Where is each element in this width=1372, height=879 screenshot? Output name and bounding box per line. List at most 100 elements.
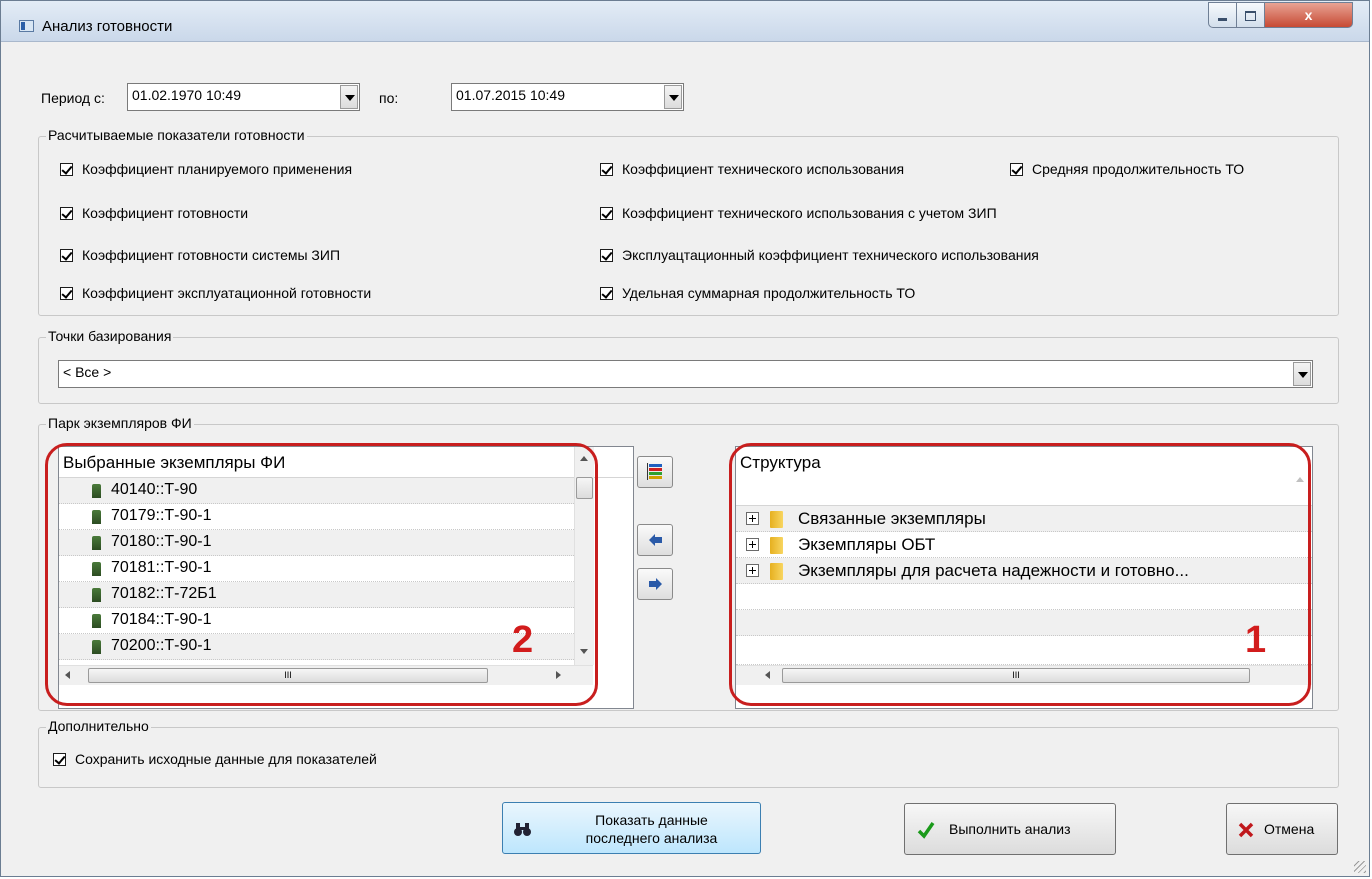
chevron-down-icon[interactable] bbox=[340, 85, 358, 109]
expand-icon[interactable] bbox=[746, 538, 759, 551]
close-icon: x bbox=[1304, 7, 1313, 23]
checkbox-box[interactable] bbox=[60, 287, 73, 300]
tank-icon bbox=[92, 588, 101, 602]
list-item[interactable]: 70182::Т-72Б1 bbox=[59, 582, 574, 608]
checkbox-label: Эксплуацтационный коэффициент техническо… bbox=[622, 247, 1039, 263]
tree-empty-row bbox=[736, 584, 1312, 610]
resize-grip[interactable] bbox=[1354, 861, 1366, 873]
tree-item[interactable]: Экземпляры ОБТ bbox=[736, 532, 1312, 558]
run-analysis-label: Выполнить анализ bbox=[949, 821, 1071, 837]
analysis-window: Анализ готовности x Период с: 01.02.1970… bbox=[0, 0, 1370, 877]
minimize-icon bbox=[1218, 17, 1227, 21]
selected-list-header[interactable]: Выбранные экземпляры ФИ bbox=[59, 447, 633, 478]
selected-list-hscroll[interactable]: III bbox=[59, 665, 593, 685]
show-last-analysis-line2: последнего анализа bbox=[585, 830, 718, 846]
selected-instances-list[interactable]: Выбранные экземпляры ФИ 40140::Т-90 7017… bbox=[58, 446, 634, 709]
run-analysis-button[interactable]: Выполнить анализ bbox=[904, 803, 1116, 855]
list-item[interactable]: 70181::Т-90-1 bbox=[59, 556, 574, 582]
cancel-button[interactable]: Отмена bbox=[1226, 803, 1338, 855]
checkbox-box[interactable] bbox=[53, 753, 66, 766]
tree-item[interactable]: Экземпляры для расчета надежности и гото… bbox=[736, 558, 1312, 584]
period-from-label: Период с: bbox=[41, 90, 105, 106]
scroll-thumb[interactable]: III bbox=[88, 668, 488, 683]
park-group-title: Парк экземпляров ФИ bbox=[46, 415, 194, 431]
checkbox-box[interactable] bbox=[600, 163, 613, 176]
chevron-down-icon[interactable] bbox=[664, 85, 682, 109]
maximize-icon bbox=[1245, 11, 1256, 22]
arrow-left-icon bbox=[649, 534, 662, 546]
scroll-left-icon[interactable] bbox=[765, 671, 770, 679]
list-item[interactable]: 70180::Т-90-1 bbox=[59, 530, 574, 556]
maximize-button[interactable] bbox=[1237, 2, 1265, 28]
remove-right-button[interactable] bbox=[637, 568, 673, 600]
scroll-thumb[interactable] bbox=[576, 477, 593, 499]
list-item[interactable]: 40140::Т-90 bbox=[59, 478, 574, 504]
list-select-icon bbox=[647, 463, 662, 480]
chevron-down-icon[interactable] bbox=[1293, 362, 1311, 386]
checkbox-box[interactable] bbox=[600, 287, 613, 300]
minimize-button[interactable] bbox=[1208, 2, 1237, 28]
list-item[interactable]: 70200::Т-90-1 bbox=[59, 634, 574, 660]
period-to-label: по: bbox=[379, 90, 399, 106]
period-to-combo[interactable]: 01.07.2015 10:49 bbox=[451, 83, 684, 111]
scroll-down-icon[interactable] bbox=[580, 649, 588, 654]
list-item[interactable]: 70184::Т-90-1 bbox=[59, 608, 574, 634]
checkbox-box[interactable] bbox=[60, 163, 73, 176]
scroll-up-icon[interactable] bbox=[580, 456, 588, 461]
folder-icon bbox=[770, 537, 783, 554]
sort-ascending-icon bbox=[1296, 477, 1304, 482]
selected-list-vscroll[interactable] bbox=[574, 447, 594, 665]
tree-item[interactable]: Связанные экземпляры bbox=[736, 506, 1312, 532]
scroll-thumb[interactable]: III bbox=[782, 668, 1250, 683]
structure-tree[interactable]: Структура Связанные экземпляры Экземпляр… bbox=[735, 446, 1313, 709]
indicators-group-title: Расчитываемые показатели готовности bbox=[46, 127, 307, 143]
list-item[interactable]: 70179::Т-90-1 bbox=[59, 504, 574, 530]
structure-header-text: Структура bbox=[740, 453, 821, 472]
extra-group: Дополнительно Сохранить исходные данные … bbox=[38, 718, 1339, 788]
period-from-value: 01.02.1970 10:49 bbox=[132, 87, 241, 103]
selected-list-header-text: Выбранные экземпляры ФИ bbox=[63, 453, 286, 472]
close-button[interactable]: x bbox=[1265, 2, 1353, 28]
park-group: Парк экземпляров ФИ Выбранные экземпляры… bbox=[38, 415, 1339, 711]
indicators-group: Расчитываемые показатели готовности Коэф… bbox=[38, 127, 1339, 316]
checkbox-box[interactable] bbox=[1010, 163, 1023, 176]
select-all-button[interactable] bbox=[637, 456, 673, 488]
expand-icon[interactable] bbox=[746, 512, 759, 525]
window-title: Анализ готовности bbox=[42, 18, 173, 35]
tree-item-label: Экземпляры ОБТ bbox=[798, 535, 936, 554]
folder-icon bbox=[770, 563, 783, 580]
period-from-combo[interactable]: 01.02.1970 10:49 bbox=[127, 83, 360, 111]
list-item-label: 40140::Т-90 bbox=[111, 481, 198, 498]
tree-item-label: Связанные экземпляры bbox=[798, 509, 986, 528]
checkbox-label: Коэффициент технического использования с… bbox=[622, 205, 997, 221]
tree-item-label: Экземпляры для расчета надежности и гото… bbox=[798, 561, 1189, 580]
structure-hscroll[interactable]: III bbox=[736, 665, 1312, 685]
scroll-left-icon[interactable] bbox=[65, 671, 70, 679]
expand-icon[interactable] bbox=[746, 564, 759, 577]
extra-group-title: Дополнительно bbox=[46, 718, 151, 734]
checkbox-box[interactable] bbox=[60, 207, 73, 220]
show-last-analysis-line1: Показать данные bbox=[595, 812, 708, 828]
checkbox-label: Средняя продолжительность ТО bbox=[1032, 161, 1245, 177]
checkbox-box[interactable] bbox=[600, 249, 613, 262]
list-item-label: 70182::Т-72Б1 bbox=[111, 585, 217, 602]
tree-empty-row bbox=[736, 636, 1312, 665]
binoculars-icon bbox=[514, 823, 531, 836]
scroll-grip: III bbox=[284, 670, 292, 680]
show-last-analysis-button[interactable]: Показать данные последнего анализа bbox=[502, 802, 761, 854]
list-item-label: 70184::Т-90-1 bbox=[111, 611, 212, 628]
period-to-value: 01.07.2015 10:49 bbox=[456, 87, 565, 103]
structure-header[interactable]: Структура bbox=[736, 447, 1312, 506]
checkbox-box[interactable] bbox=[60, 249, 73, 262]
bases-group: Точки базирования < Все > bbox=[38, 328, 1339, 404]
checkbox-box[interactable] bbox=[600, 207, 613, 220]
bases-combo[interactable]: < Все > bbox=[58, 360, 1313, 388]
checkbox-label: Коэффициент готовности системы ЗИП bbox=[82, 247, 341, 263]
scroll-right-icon[interactable] bbox=[556, 671, 561, 679]
list-item-label: 70200::Т-90-1 bbox=[111, 637, 212, 654]
cancel-label: Отмена bbox=[1264, 821, 1315, 837]
title-bar[interactable]: Анализ готовности x bbox=[1, 1, 1369, 42]
add-left-button[interactable] bbox=[637, 524, 673, 556]
list-item-label: 70179::Т-90-1 bbox=[111, 507, 212, 524]
arrow-right-icon bbox=[649, 578, 662, 590]
